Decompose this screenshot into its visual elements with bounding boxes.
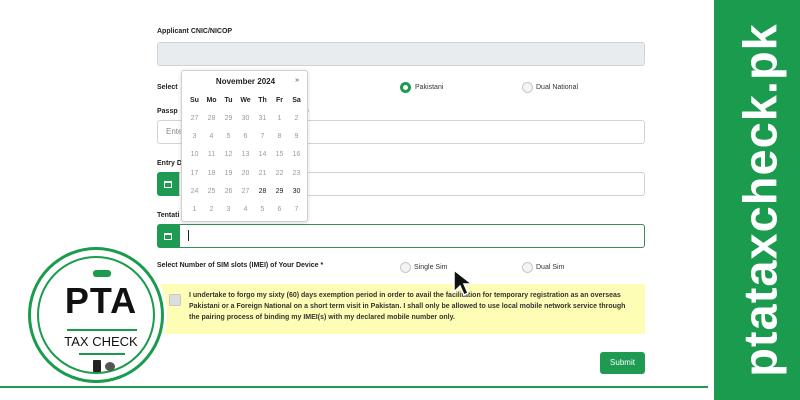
sim-label-single: Single Sim [414, 264, 448, 271]
select-label: Select [157, 84, 178, 91]
date-cell[interactable]: 6 [237, 133, 254, 140]
phone-icon [93, 360, 101, 372]
date-cell[interactable]: 14 [254, 151, 271, 158]
money-bag-icon [105, 362, 115, 371]
date-picker-month: November 2024 [215, 77, 276, 86]
date-cell[interactable]: 21 [254, 170, 271, 177]
date-cell[interactable]: 7 [288, 206, 305, 213]
date-cell[interactable]: 13 [237, 151, 254, 158]
date-cell[interactable]: 30 [237, 115, 254, 122]
date-cell[interactable]: 31 [254, 115, 271, 122]
logo-divider-lower [79, 353, 125, 355]
date-cell[interactable]: 27 [237, 188, 254, 195]
entry-date-calendar-button[interactable] [157, 172, 179, 196]
week-row: 27 28 29 30 31 1 2 [186, 115, 305, 122]
week-row: 3456789 [186, 133, 305, 140]
date-cell[interactable]: 3 [220, 206, 237, 213]
brand-site-name: ptataxcheck.pk [733, 23, 787, 377]
date-cell[interactable]: 19 [220, 170, 237, 177]
brand-sidebar: ptataxcheck.pk [708, 0, 800, 400]
date-cell[interactable]: 2 [203, 206, 220, 213]
date-cell[interactable]: 26 [220, 188, 237, 195]
weekday-label: Tu [224, 97, 233, 104]
date-cell[interactable]: 28 [254, 188, 271, 195]
date-cell[interactable]: 17 [186, 170, 203, 177]
date-cell[interactable]: 29 [271, 188, 288, 195]
text-caret [188, 230, 189, 242]
date-cell[interactable]: 1 [186, 206, 203, 213]
date-cell[interactable]: 8 [271, 133, 288, 140]
nationality-radio-pakistani[interactable] [400, 82, 411, 93]
mouse-cursor-icon [453, 268, 475, 297]
week-row: 1234567 [186, 206, 305, 213]
logo-subtitle: TAX CHECK [64, 334, 138, 349]
date-cell[interactable]: 12 [220, 151, 237, 158]
undertaking-checkbox[interactable] [169, 294, 181, 306]
next-month-button[interactable]: » [295, 77, 299, 84]
tentative-date-calendar-button[interactable] [157, 224, 179, 248]
date-cell[interactable]: 2 [288, 115, 305, 122]
sim-radio-single[interactable] [400, 262, 411, 273]
date-cell[interactable]: 22 [271, 170, 288, 177]
sim-slots-label: Select Number of SIM slots (IMEI) of You… [157, 262, 324, 269]
calendar-icon [164, 180, 172, 188]
date-cell[interactable]: 4 [237, 206, 254, 213]
date-cell[interactable]: 7 [254, 133, 271, 140]
date-cell[interactable]: 23 [288, 170, 305, 177]
tentative-date-input[interactable] [179, 224, 645, 248]
date-cell[interactable]: 4 [203, 133, 220, 140]
weekday-label: Fr [276, 97, 283, 104]
sim-label-dual: Dual Sim [536, 264, 565, 271]
submit-button[interactable]: Submit [600, 352, 645, 374]
date-cell[interactable]: 18 [203, 170, 220, 177]
nationality-radio-dual[interactable] [522, 82, 533, 93]
entry-date-label: Entry D [157, 160, 182, 167]
date-cell[interactable]: 5 [254, 206, 271, 213]
date-cell[interactable]: 25 [203, 188, 220, 195]
weekday-label: Mo [206, 97, 217, 104]
date-cell[interactable]: 6 [271, 206, 288, 213]
cnic-label: Applicant CNIC/NICOP [157, 28, 233, 35]
week-row: 17 18 19 20 21 22 23 [186, 170, 305, 177]
tentative-date-label: Tentati [157, 212, 180, 219]
nationality-label-pakistani: Pakistani [415, 84, 444, 91]
cnic-field[interactable] [157, 42, 645, 66]
pta-tax-check-logo: PTA TAX CHECK [28, 247, 164, 383]
date-cell[interactable]: 10 [186, 151, 203, 158]
date-cell[interactable]: 11 [203, 151, 220, 158]
undertaking-notice: I undertake to forgo my sixty (60) days … [157, 284, 645, 334]
date-cell[interactable]: 15 [271, 151, 288, 158]
date-cell[interactable]: 27 [186, 115, 203, 122]
date-cell[interactable]: 9 [288, 133, 305, 140]
date-cell[interactable]: 16 [288, 151, 305, 158]
week-row: 24 25 26 27 28 29 30 [186, 188, 305, 195]
date-cell[interactable]: 29 [220, 115, 237, 122]
weekday-label: Sa [292, 97, 301, 104]
passport-label: Passp [157, 108, 178, 115]
undertaking-text: I undertake to forgo my sixty (60) days … [189, 292, 626, 321]
logo-divider [67, 329, 137, 331]
date-cell[interactable]: 30 [288, 188, 305, 195]
date-cell[interactable]: 1 [271, 115, 288, 122]
date-cell[interactable]: 20 [237, 170, 254, 177]
weekday-header: Su Mo Tu We Th Fr Sa [186, 97, 305, 104]
bottom-divider [0, 386, 708, 388]
sim-radio-dual[interactable] [522, 262, 533, 273]
logo-ring: PTA TAX CHECK [37, 256, 155, 374]
calendar-icon [164, 232, 172, 240]
weekday-label: We [240, 97, 251, 104]
date-cell[interactable]: 3 [186, 133, 203, 140]
date-cell[interactable]: 28 [203, 115, 220, 122]
weekday-label: Th [258, 97, 267, 104]
date-cell[interactable]: 5 [220, 133, 237, 140]
weekday-label: Su [190, 97, 199, 104]
date-cell[interactable]: 24 [186, 188, 203, 195]
nationality-label-dual: Dual National [536, 84, 579, 91]
logo-top-mark [93, 270, 111, 277]
week-row: 10 11 12 13 14 15 16 [186, 151, 305, 158]
date-picker: November 2024 » Su Mo Tu We Th Fr Sa 27 28 29 30 3… [181, 70, 308, 222]
logo-title: PTA [64, 280, 138, 321]
